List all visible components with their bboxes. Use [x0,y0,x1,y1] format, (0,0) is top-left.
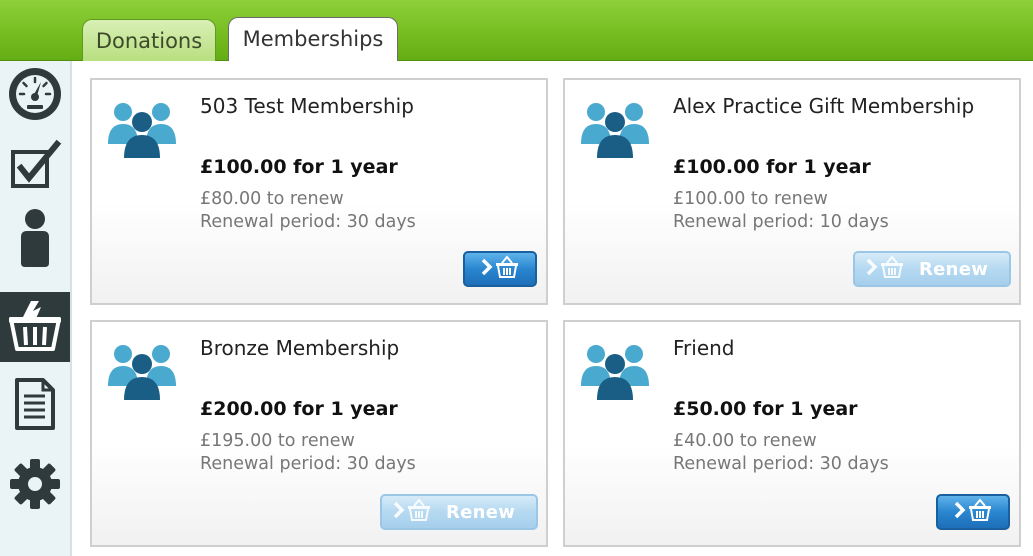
renew-button-label: Renew [919,258,989,280]
membership-price: £200.00 for 1 year [200,398,398,420]
person-icon [13,207,57,273]
membership-renew-price: £195.00 to renew [200,431,355,451]
top-navigation-bar: Donations Memberships [0,0,1033,61]
members-group-icon [581,100,649,164]
dashboard-gauge-icon [6,65,64,127]
basket-icon [967,498,993,526]
membership-price: £100.00 for 1 year [200,156,398,178]
membership-name: Alex Practice Gift Membership [673,94,975,118]
sidebar-item-shop[interactable] [0,292,70,362]
basket-icon [879,255,905,283]
sidebar-item-tasks[interactable] [0,133,70,203]
renew-button[interactable]: Renew [853,251,1011,287]
membership-name: 503 Test Membership [200,94,414,118]
renew-button[interactable]: Renew [380,494,538,530]
membership-renew-price: £100.00 to renew [673,189,828,209]
tab-memberships[interactable]: Memberships [228,17,398,61]
basket-icon [406,498,432,526]
membership-renew-price: £80.00 to renew [200,189,344,209]
membership-renewal-period: Renewal period: 30 days [200,454,416,474]
document-icon [13,376,57,436]
chevron-right-icon [480,258,494,280]
membership-price: £100.00 for 1 year [673,156,871,178]
membership-price: £50.00 for 1 year [673,398,858,420]
membership-card: Bronze Membership £200.00 for 1 year £19… [90,320,548,547]
membership-card: Friend £50.00 for 1 year £40.00 to renew… [563,320,1021,547]
add-to-basket-button[interactable] [936,494,1010,530]
membership-card: Alex Practice Gift Membership £100.00 fo… [563,78,1021,305]
sidebar [0,61,72,556]
gear-icon [7,456,63,516]
membership-name: Friend [673,336,735,360]
sidebar-item-dashboard[interactable] [0,61,70,131]
members-group-icon [108,342,176,406]
basket-icon [494,255,520,283]
members-group-icon [108,100,176,164]
membership-renewal-period: Renewal period: 10 days [673,212,889,232]
renew-button-label: Renew [446,501,516,523]
membership-renewal-period: Renewal period: 30 days [673,454,889,474]
basket-icon [5,295,65,359]
chevron-right-icon [865,258,879,280]
chevron-right-icon [392,501,406,523]
sidebar-item-contacts[interactable] [0,205,70,275]
tab-donations[interactable]: Donations [82,19,216,61]
checklist-icon [7,138,63,198]
sidebar-item-documents[interactable] [0,371,70,441]
add-to-basket-button[interactable] [463,251,537,287]
members-group-icon [581,342,649,406]
membership-card: 503 Test Membership £100.00 for 1 year £… [90,78,548,305]
chevron-right-icon [953,501,967,523]
sidebar-item-settings[interactable] [0,451,70,521]
membership-renewal-period: Renewal period: 30 days [200,212,416,232]
membership-name: Bronze Membership [200,336,400,360]
membership-renew-price: £40.00 to renew [673,431,817,451]
